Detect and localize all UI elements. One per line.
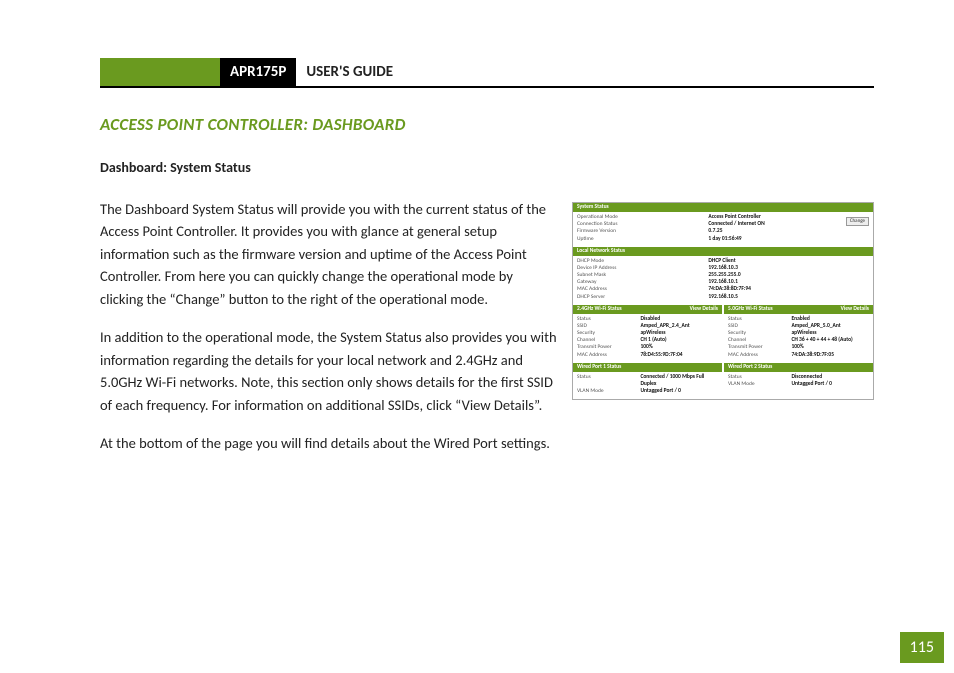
fig-section-wifi-24: 2.4GHz Wi-Fi Status View Details <box>573 305 722 314</box>
fig-value: 192.168.10.5 <box>708 294 869 301</box>
fig-value: 78:D4:55:9D:7F:04 <box>640 352 718 359</box>
page-number: 115 <box>900 632 944 663</box>
view-details-link[interactable]: View Details <box>690 306 718 313</box>
fig-label: DHCP Server <box>577 294 708 301</box>
fig-label: VLAN Mode <box>577 388 640 395</box>
fig-label: SSID <box>577 323 640 330</box>
sub-title: Dashboard: System Status <box>100 159 874 176</box>
fig-port2-title: Wired Port 2 Status <box>728 364 772 371</box>
fig-value: DHCP Client <box>708 258 869 265</box>
paragraph-3: At the bottom of the page you will find … <box>100 432 874 454</box>
fig-value: 192.168.10.1 <box>708 279 869 286</box>
fig-label: Uptime <box>577 236 708 243</box>
fig-label: Security <box>728 330 791 337</box>
fig-value: 100% <box>640 344 718 351</box>
fig-section-system-status: System Status <box>573 203 873 212</box>
fig-label: Transmit Power <box>577 344 640 351</box>
fig-label: Status <box>577 374 640 388</box>
doc-header: APR175P USER'S GUIDE <box>100 58 874 88</box>
fig-system-status-title: System Status <box>577 204 609 211</box>
fig-label: SSID <box>728 323 791 330</box>
fig-value: 100% <box>791 344 869 351</box>
fig-label: Channel <box>577 337 640 344</box>
header-guide-label: USER'S GUIDE <box>296 58 393 86</box>
fig-value: Untagged Port / 0 <box>791 381 869 388</box>
body-text: System Status Change Operational ModeAcc… <box>100 198 874 455</box>
fig-label: MAC Address <box>577 352 640 359</box>
fig-label: Status <box>728 374 791 381</box>
fig-label: DHCP Mode <box>577 258 708 265</box>
fig-local-net-title: Local Network Status <box>577 248 625 255</box>
fig-label: Status <box>728 316 791 323</box>
fig-label: VLAN Mode <box>728 381 791 388</box>
fig-value: 74:DA:38:9D:7F:05 <box>791 352 869 359</box>
fig-label: MAC Address <box>728 352 791 359</box>
fig-wifi50-title: 5.0GHz Wi-Fi Status <box>728 306 773 313</box>
fig-label: Subnet Mask <box>577 272 708 279</box>
fig-value: Untagged Port / 0 <box>640 388 718 395</box>
fig-value: CH 1 (Auto) <box>640 337 718 344</box>
fig-label: Operational Mode <box>577 214 708 221</box>
fig-label: Channel <box>728 337 791 344</box>
fig-value: 74:DA:38:8D:7F:94 <box>708 286 869 293</box>
fig-value: 0.7.25 <box>708 228 869 235</box>
fig-section-port2: Wired Port 2 Status <box>724 363 873 372</box>
fig-label: Status <box>577 316 640 323</box>
fig-value: 255.255.255.0 <box>708 272 869 279</box>
fig-section-local-network: Local Network Status <box>573 247 873 256</box>
header-accent-block <box>100 58 220 86</box>
fig-port1-title: Wired Port 1 Status <box>577 364 621 371</box>
section-title: ACCESS POINT CONTROLLER: DASHBOARD <box>100 114 874 135</box>
fig-label: Firmware Version <box>577 228 708 235</box>
fig-label: Device IP Address <box>577 265 708 272</box>
dashboard-figure: System Status Change Operational ModeAcc… <box>572 202 874 400</box>
fig-label: Security <box>577 330 640 337</box>
view-details-link[interactable]: View Details <box>841 306 869 313</box>
fig-section-port1: Wired Port 1 Status <box>573 363 722 372</box>
fig-section-wifi-50: 5.0GHz Wi-Fi Status View Details <box>724 305 873 314</box>
change-button[interactable]: Change <box>846 217 869 226</box>
fig-value: 192.168.10.3 <box>708 265 869 272</box>
fig-value: Connected / 1000 Mbps Full Duplex <box>640 374 718 388</box>
header-model: APR175P <box>220 58 296 86</box>
fig-value: Amped_APR_5.0_Ant <box>791 323 869 330</box>
fig-value: Enabled <box>791 316 869 323</box>
fig-value: Amped_APR_2.4_Ant <box>640 323 718 330</box>
fig-label: MAC Address <box>577 286 708 293</box>
fig-value: 1 day 01:56:49 <box>708 236 869 243</box>
fig-value: Disabled <box>640 316 718 323</box>
fig-label: Gateway <box>577 279 708 286</box>
fig-value: CH 36 + 40 + 44 + 48 (Auto) <box>791 337 869 344</box>
fig-label: Connection Status <box>577 221 708 228</box>
fig-wifi24-title: 2.4GHz Wi-Fi Status <box>577 306 622 313</box>
fig-value: Disconnected <box>791 374 869 381</box>
fig-label: Transmit Power <box>728 344 791 351</box>
